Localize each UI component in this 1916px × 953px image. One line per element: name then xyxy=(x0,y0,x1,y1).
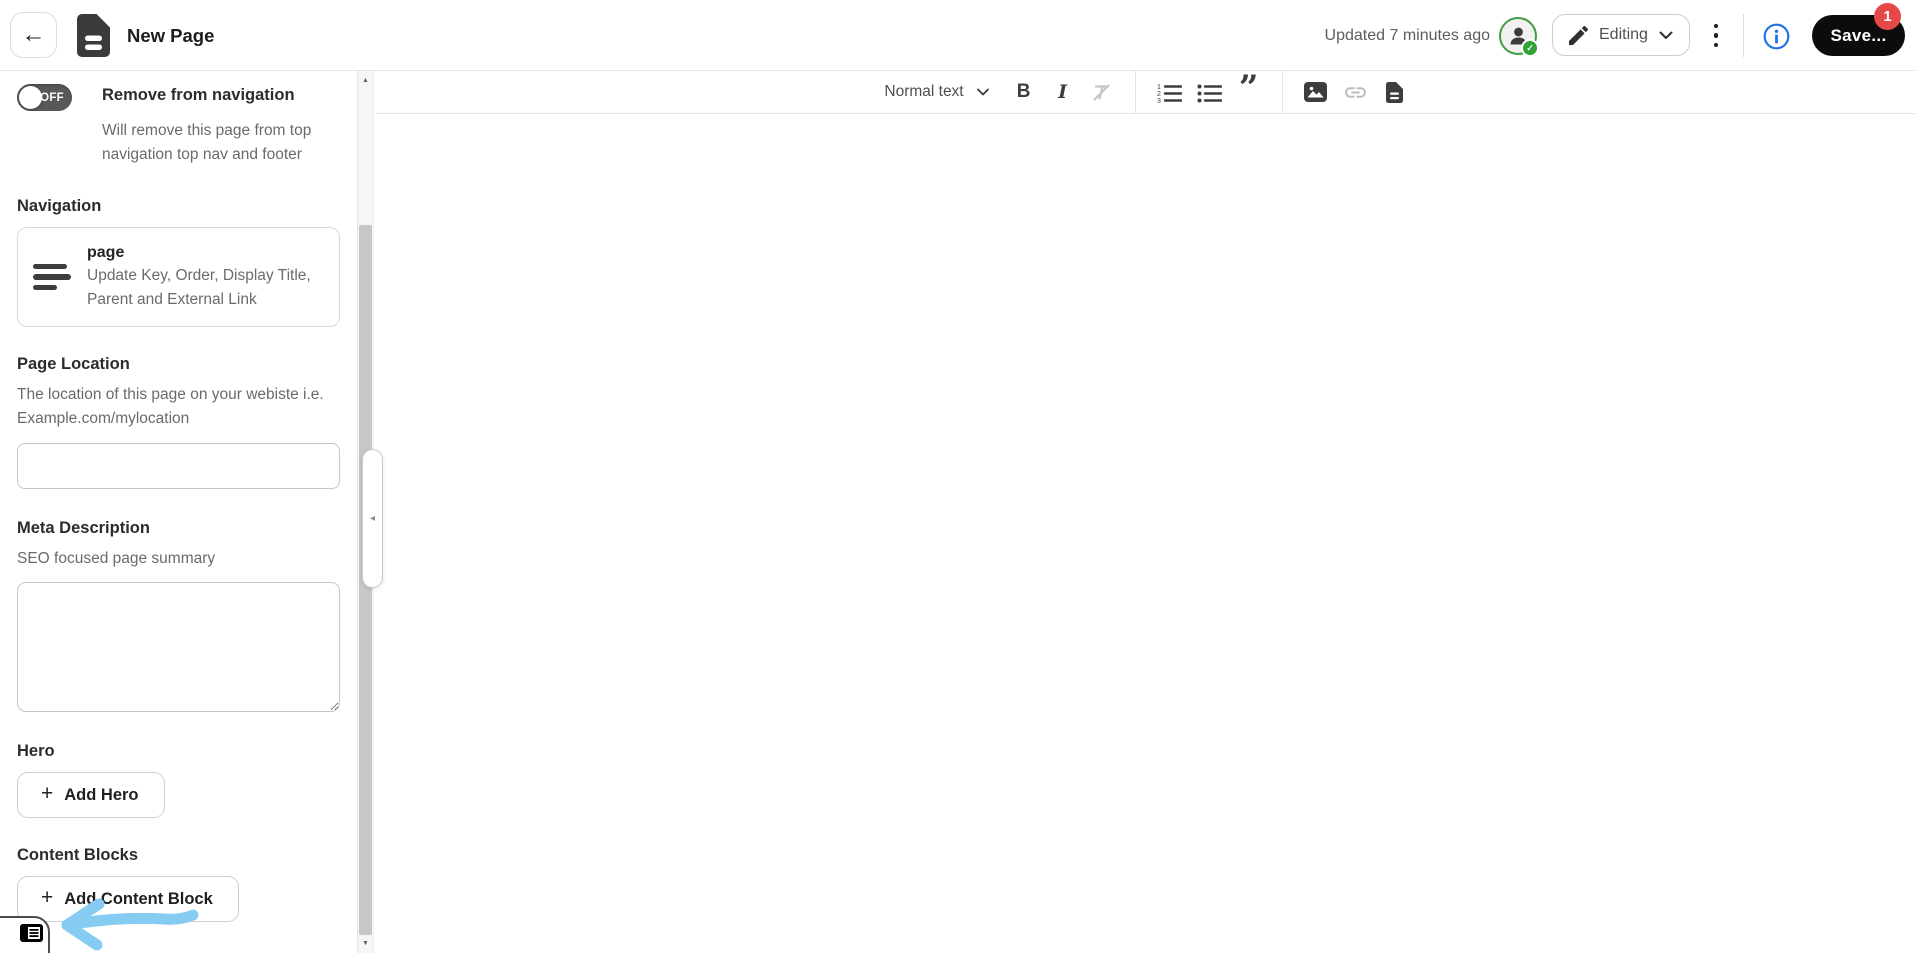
back-button[interactable]: ← xyxy=(10,12,57,58)
insert-link-button[interactable] xyxy=(1343,76,1368,108)
collapse-left-icon: ◂ xyxy=(369,513,376,524)
svg-text:2: 2 xyxy=(1157,91,1161,98)
page-location-heading: Page Location xyxy=(17,355,130,373)
bullet-list-button[interactable] xyxy=(1197,76,1222,108)
meta-description-textarea[interactable] xyxy=(17,582,340,712)
add-hero-label: Add Hero xyxy=(64,785,139,804)
italic-button[interactable]: I xyxy=(1051,76,1075,108)
italic-label: I xyxy=(1058,81,1068,103)
insert-image-button[interactable] xyxy=(1304,76,1328,108)
remove-from-navigation-label: Remove from navigation xyxy=(102,86,295,104)
bullet-list-icon xyxy=(1197,84,1222,102)
clear-formatting-icon xyxy=(1093,83,1110,101)
topbar-divider xyxy=(1743,14,1744,57)
bottom-left-panel xyxy=(0,916,50,953)
svg-text:1: 1 xyxy=(1157,84,1161,91)
panel-toggle-button[interactable] xyxy=(19,923,43,943)
hero-heading: Hero xyxy=(17,742,55,760)
blockquote-button[interactable]: ” xyxy=(1237,68,1261,108)
ordered-list-button[interactable]: 1 2 3 xyxy=(1157,76,1182,108)
remove-from-navigation-help: Will remove this page from top navigatio… xyxy=(102,122,312,163)
toolbar-divider xyxy=(1281,70,1283,114)
toggle-knob xyxy=(19,86,42,109)
back-arrow-icon: ← xyxy=(21,21,46,48)
user-avatar[interactable]: ✓ xyxy=(1499,17,1539,57)
kebab-dot xyxy=(1713,33,1719,38)
link-icon xyxy=(1344,86,1366,98)
text-style-dropdown[interactable]: Normal text xyxy=(884,83,989,101)
bold-label: B xyxy=(1016,81,1031,102)
scroll-down-arrow-icon[interactable]: ▼ xyxy=(358,936,373,951)
text-style-value: Normal text xyxy=(884,83,964,100)
remove-from-navigation-row: OFF Remove from navigation Will remove t… xyxy=(17,84,340,167)
plus-icon: + xyxy=(41,782,54,805)
page-location-input[interactable] xyxy=(17,443,340,489)
editor-canvas[interactable] xyxy=(375,115,1916,953)
unsaved-count-badge: 1 xyxy=(1874,3,1901,30)
chevron-down-icon xyxy=(1659,31,1673,39)
info-icon xyxy=(1763,23,1790,50)
side-panel-icon xyxy=(19,924,43,942)
pencil-icon xyxy=(1569,25,1588,45)
kebab-dot xyxy=(1713,42,1719,48)
page-document-icon xyxy=(77,14,110,57)
top-bar: ← New Page Updated 7 minutes ago ✓ Editi… xyxy=(0,0,1916,71)
more-options-button[interactable] xyxy=(1703,13,1729,58)
meta-description-help: SEO focused page summary xyxy=(17,550,216,567)
badge-count: 1 xyxy=(1883,8,1892,25)
bold-button[interactable]: B xyxy=(1012,76,1036,108)
insert-document-button[interactable] xyxy=(1383,76,1407,108)
chevron-down-icon xyxy=(976,88,989,96)
page-settings-sidebar: OFF Remove from navigation Will remove t… xyxy=(0,71,358,953)
save-button-label: Save... xyxy=(1830,25,1887,45)
page-location-help: The location of this page on your webist… xyxy=(17,386,324,427)
blockquote-icon: ” xyxy=(1238,68,1259,108)
rich-text-toolbar: Normal text B I 1 2 3 ” xyxy=(375,68,1916,114)
meta-description-heading: Meta Description xyxy=(17,519,150,537)
annotation-arrow-icon xyxy=(61,898,199,951)
ordered-list-icon: 1 2 3 xyxy=(1157,84,1182,103)
drag-handle-icon xyxy=(33,263,71,291)
scroll-up-arrow-icon[interactable]: ▲ xyxy=(358,73,373,88)
clear-formatting-button[interactable] xyxy=(1090,76,1114,108)
document-icon xyxy=(1386,81,1404,103)
navigation-page-card[interactable]: page Update Key, Order, Display Title, P… xyxy=(17,227,340,327)
remove-from-navigation-toggle[interactable]: OFF xyxy=(17,84,72,111)
toggle-state-label: OFF xyxy=(40,91,64,104)
nav-card-title: page xyxy=(87,244,125,261)
last-updated-text: Updated 7 minutes ago xyxy=(1324,26,1490,44)
add-hero-button[interactable]: + Add Hero xyxy=(17,772,165,818)
sidebar-collapse-handle[interactable]: ◂ xyxy=(362,449,383,588)
image-icon xyxy=(1304,82,1328,102)
check-icon: ✓ xyxy=(1526,42,1534,53)
content-blocks-heading: Content Blocks xyxy=(17,846,139,864)
page-title: New Page xyxy=(127,24,215,46)
toolbar-divider xyxy=(1134,70,1136,114)
editing-mode-label: Editing xyxy=(1599,26,1648,43)
page-editor-app: ← New Page Updated 7 minutes ago ✓ Editi… xyxy=(0,0,1916,953)
avatar-check-badge: ✓ xyxy=(1521,39,1539,57)
svg-text:3: 3 xyxy=(1157,98,1161,103)
navigation-heading: Navigation xyxy=(17,197,102,215)
nav-card-description: Update Key, Order, Display Title, Parent… xyxy=(87,267,311,308)
kebab-dot xyxy=(1713,23,1719,29)
info-button[interactable] xyxy=(1763,23,1790,50)
editing-mode-button[interactable]: Editing xyxy=(1552,14,1690,56)
